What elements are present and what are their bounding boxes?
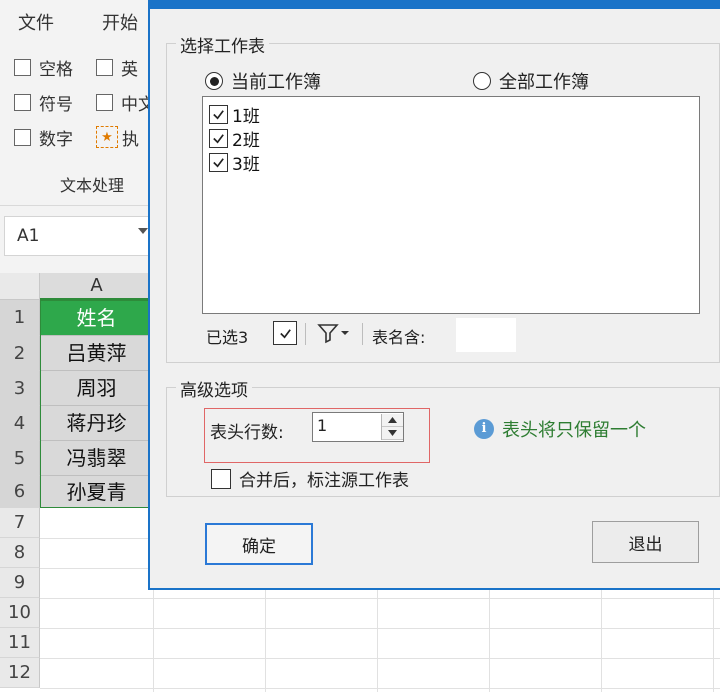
sheet-checkbox[interactable] <box>209 104 228 124</box>
grid-line <box>40 688 720 689</box>
sheet-list[interactable]: 1班 2班 3班 <box>202 96 700 314</box>
radio-current-indicator[interactable] <box>205 72 223 90</box>
sheet-label: 3班 <box>232 154 260 175</box>
sheet-label: 2班 <box>232 130 260 151</box>
row-header[interactable]: 10 <box>0 598 40 628</box>
arrow-down-icon <box>388 430 397 436</box>
ok-button[interactable]: 确定 <box>205 523 313 565</box>
option-space-label: 空格 <box>39 59 73 80</box>
option-number[interactable]: 数字 <box>14 125 73 150</box>
menu-file[interactable]: 文件 <box>18 9 54 35</box>
row-header[interactable]: 5 <box>0 441 40 476</box>
select-all-checkbox[interactable] <box>273 321 297 345</box>
chevron-down-icon[interactable] <box>138 228 148 234</box>
checkbox-symbol[interactable] <box>14 93 31 111</box>
execute-label: 执 <box>122 129 139 150</box>
spin-up-button[interactable] <box>382 414 403 427</box>
row-header[interactable]: 8 <box>0 538 40 568</box>
option-chinese[interactable]: 中文 <box>96 90 155 115</box>
column-header-a[interactable]: A <box>40 273 153 300</box>
checkmark-icon <box>213 157 224 168</box>
grid-line <box>40 658 720 659</box>
option-number-label: 数字 <box>39 129 73 150</box>
divider <box>362 323 363 345</box>
name-contains-input[interactable] <box>456 318 516 352</box>
checkbox-space[interactable] <box>14 58 31 76</box>
radio-all-label: 全部工作簿 <box>499 72 589 93</box>
selection-border <box>40 300 153 508</box>
grid-line <box>40 628 720 629</box>
radio-current-workbook[interactable]: 当前工作簿 <box>205 68 321 94</box>
row-header[interactable]: 9 <box>0 568 40 598</box>
option-symbol-label: 符号 <box>39 94 73 115</box>
filter-icon <box>317 324 339 344</box>
chevron-down-icon <box>341 331 349 335</box>
option-english[interactable]: 英 <box>96 55 138 80</box>
checkbox-english[interactable] <box>96 58 113 76</box>
row-header[interactable]: 12 <box>0 658 40 688</box>
sheet-list-item[interactable]: 3班 <box>209 150 260 175</box>
sheet-list-item[interactable]: 1班 <box>209 102 260 127</box>
arrow-up-icon <box>388 417 397 423</box>
radio-all-indicator[interactable] <box>473 72 491 90</box>
row-header[interactable]: 11 <box>0 628 40 658</box>
name-contains-label: 表名含: <box>372 328 426 347</box>
option-space[interactable]: 空格 <box>14 55 73 80</box>
filter-dropdown[interactable] <box>316 321 350 345</box>
info-text: 表头将只保留一个 <box>502 420 646 441</box>
checkbox-chinese[interactable] <box>96 93 113 111</box>
sheet-checkbox[interactable] <box>209 152 228 172</box>
selected-count: 已选3 <box>206 328 249 347</box>
row-header[interactable]: 7 <box>0 508 40 538</box>
exit-button[interactable]: 退出 <box>592 521 699 563</box>
checkmark-icon <box>279 328 291 339</box>
merge-annotate-option[interactable]: 合并后，标注源工作表 <box>211 466 409 491</box>
select-all-corner[interactable] <box>0 273 40 300</box>
info-icon: i <box>474 419 494 439</box>
sheet-checkbox[interactable] <box>209 128 228 148</box>
option-symbol[interactable]: 符号 <box>14 90 73 115</box>
sheet-label: 1班 <box>232 106 260 127</box>
select-sheets-title: 选择工作表 <box>176 32 269 57</box>
merge-annotate-checkbox[interactable] <box>211 468 231 489</box>
divider <box>305 323 306 345</box>
menu-home[interactable]: 开始 <box>102 9 138 35</box>
advanced-options-title: 高级选项 <box>176 376 252 401</box>
checkbox-number[interactable] <box>14 128 31 146</box>
option-english-label: 英 <box>121 59 138 80</box>
name-box[interactable]: A1 <box>4 216 150 256</box>
execute-icon: ★ <box>96 126 118 148</box>
header-rows-spinner[interactable] <box>381 414 403 440</box>
radio-current-label: 当前工作簿 <box>231 72 321 93</box>
row-header[interactable]: 6 <box>0 476 40 508</box>
row-header[interactable]: 3 <box>0 371 40 406</box>
spin-down-button[interactable] <box>382 427 403 440</box>
row-header[interactable]: 2 <box>0 336 40 371</box>
merge-annotate-label: 合并后，标注源工作表 <box>239 471 409 491</box>
dialog-titlebar[interactable] <box>148 0 720 9</box>
grid-line <box>40 598 720 599</box>
row-header[interactable]: 4 <box>0 406 40 441</box>
sheet-list-item[interactable]: 2班 <box>209 126 260 151</box>
row-header[interactable]: 1 <box>0 300 40 336</box>
radio-all-workbooks[interactable]: 全部工作簿 <box>473 68 589 94</box>
checkmark-icon <box>213 109 224 120</box>
checkmark-icon <box>213 133 224 144</box>
header-rows-label: 表头行数: <box>210 423 284 443</box>
ribbon-group-label: 文本处理 <box>60 176 125 195</box>
execute-button[interactable]: ★ 执 <box>96 125 139 150</box>
